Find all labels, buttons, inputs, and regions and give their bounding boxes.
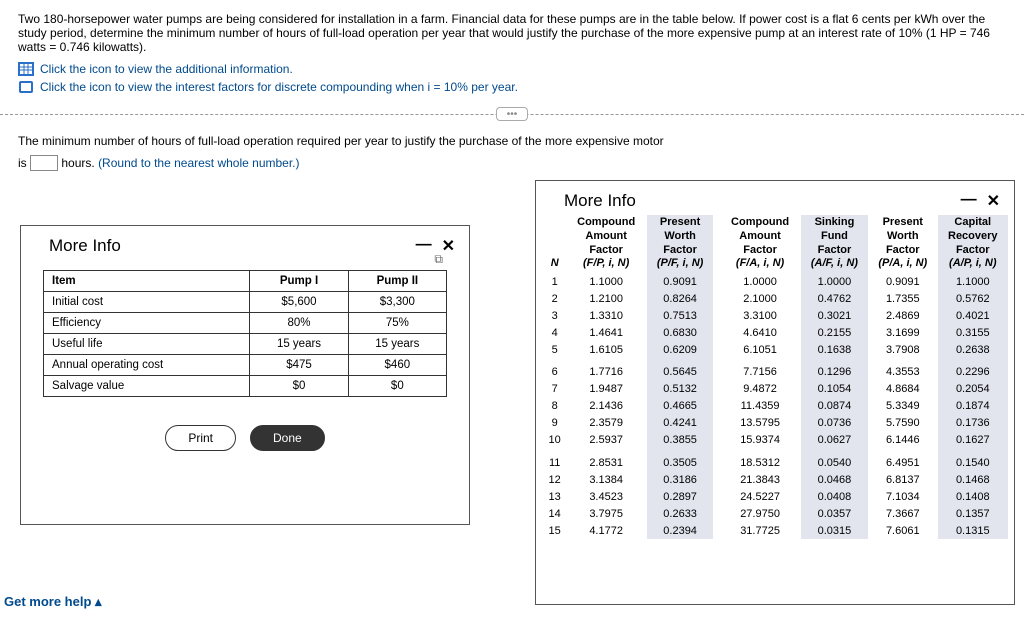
minimize-icon[interactable]: — <box>961 191 977 211</box>
answer-is: is <box>18 156 27 170</box>
more-info-modal-2: More Info — ✕ CompoundPresentCompoundSin… <box>535 180 1015 605</box>
info-link-2-text: Click the icon to view the interest fact… <box>40 80 518 94</box>
round-hint: (Round to the nearest whole number.) <box>98 156 299 170</box>
info-link-2[interactable]: Click the icon to view the interest fact… <box>18 80 1006 94</box>
pump-th-item: Item <box>44 271 250 292</box>
book-icon <box>18 80 34 94</box>
print-button[interactable]: Print <box>165 425 236 451</box>
hours-input[interactable] <box>30 155 58 171</box>
caret-up-icon: ▴ <box>95 594 102 609</box>
pump-th-1: Pump I <box>250 271 348 292</box>
minimize-icon[interactable]: — <box>416 236 432 256</box>
info-link-1[interactable]: Click the icon to view the additional in… <box>18 62 1006 76</box>
pump-th-2: Pump II <box>348 271 446 292</box>
close-icon[interactable]: ✕ <box>442 236 455 256</box>
get-more-help[interactable]: Get more help ▴ <box>0 594 102 610</box>
done-button[interactable]: Done <box>250 425 325 451</box>
divider: ••• <box>0 114 1024 115</box>
pump-table: Item Pump I Pump II Initial cost$5,600$3… <box>43 270 447 397</box>
close-icon[interactable]: ✕ <box>987 191 1000 211</box>
answer-lead: The minimum number of hours of full-load… <box>18 134 664 148</box>
more-info-modal-1: More Info — ✕ ⧉ Item Pump I Pump II Init… <box>20 225 470 525</box>
answer-hours: hours. <box>61 156 94 170</box>
table-icon <box>18 62 34 76</box>
info-link-1-text: Click the icon to view the additional in… <box>40 62 293 76</box>
modal2-title: More Info <box>564 191 636 211</box>
divider-handle[interactable]: ••• <box>496 107 528 121</box>
modal1-title: More Info <box>49 236 121 256</box>
problem-text: Two 180-horsepower water pumps are being… <box>0 0 1024 58</box>
interest-factor-table: CompoundPresentCompoundSinkingPresentCap… <box>544 215 1008 539</box>
